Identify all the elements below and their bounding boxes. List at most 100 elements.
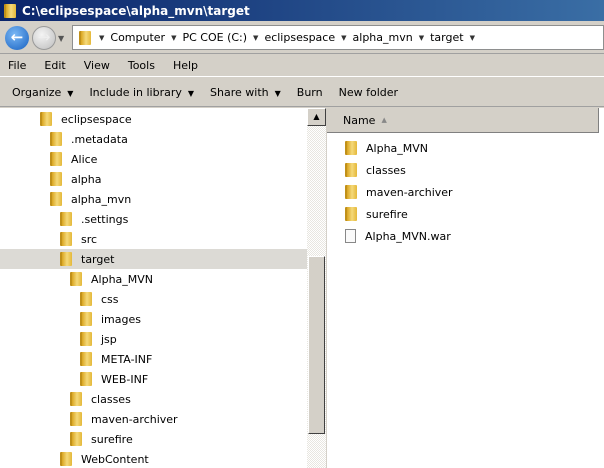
name-column-header[interactable]: Name ▲ (327, 108, 599, 133)
tree-item[interactable]: alpha_mvn (0, 189, 307, 209)
folder-icon (70, 272, 82, 286)
folder-icon (50, 152, 62, 166)
command-label: Burn (296, 86, 323, 99)
chevron-down-icon: ▼ (67, 89, 74, 98)
tree-item[interactable]: target (0, 249, 307, 269)
folder-icon (50, 132, 62, 146)
folder-icon (50, 192, 62, 206)
list-item[interactable]: maven-archiver (345, 182, 453, 202)
tree-item[interactable]: src (0, 229, 307, 249)
list-item-label: Alpha_MVN.war (365, 229, 451, 243)
list-item[interactable]: surefire (345, 204, 408, 224)
breadcrumb-arrow-icon[interactable]: ▼ (470, 34, 475, 42)
tree-item[interactable]: jsp (0, 329, 307, 349)
menu-item[interactable]: Edit (44, 59, 65, 72)
tree-item[interactable]: css (0, 289, 307, 309)
menu-bar: File Edit View Tools Help (0, 55, 604, 77)
tree-item-label: .settings (81, 212, 129, 226)
tree-item-label: META-INF (101, 352, 153, 366)
breadcrumb-arrow-icon[interactable]: ▼ (341, 34, 346, 42)
tree-item[interactable]: Alpha_MVN (0, 269, 307, 289)
list-item-label: classes (366, 163, 406, 177)
command-button[interactable]: Organize ▼ (12, 86, 73, 99)
folder-icon (60, 452, 72, 466)
breadcrumb-arrow-icon[interactable]: ▼ (99, 34, 104, 42)
tree-item[interactable]: maven-archiver (0, 409, 307, 429)
tree-item-label: .metadata (71, 132, 128, 146)
file-icon (345, 229, 356, 243)
command-button[interactable]: Include in library ▼ (89, 86, 194, 99)
menu-item[interactable]: File (8, 59, 26, 72)
folder-icon (80, 312, 92, 326)
breadcrumb-item[interactable]: target (430, 31, 463, 44)
command-label: Include in library (89, 86, 182, 99)
command-label: New folder (338, 86, 399, 99)
menu-item[interactable]: Tools (128, 59, 155, 72)
tree-item[interactable]: WebContent (0, 449, 307, 468)
file-list: Name ▲ Alpha_MVNclasses maven-archiver sure… (327, 108, 604, 468)
tree-item-label: classes (91, 392, 131, 406)
forward-button[interactable]: → (32, 26, 56, 50)
tree-item-label: WebContent (81, 452, 149, 466)
command-button[interactable]: Burn (297, 86, 323, 99)
folder-icon (80, 332, 92, 346)
folder-icon (80, 352, 92, 366)
breadcrumb-arrow-icon[interactable]: ▼ (419, 34, 424, 42)
tree-item-label: eclipsespace (61, 112, 132, 126)
folder-icon (60, 212, 72, 226)
breadcrumb-arrow-icon[interactable]: ▼ (253, 34, 258, 42)
folder-icon (345, 141, 357, 155)
menu-item[interactable]: Help (173, 59, 198, 72)
list-item[interactable]: Alpha_MVN (345, 138, 428, 158)
breadcrumb-item[interactable]: eclipsespace (264, 31, 335, 44)
breadcrumb-arrow-icon[interactable]: ▼ (171, 34, 176, 42)
back-button[interactable]: ← (5, 26, 29, 50)
recent-pages-dropdown[interactable]: ▼ (58, 34, 64, 43)
folder-icon (80, 372, 92, 386)
tree-item-label: css (101, 292, 119, 306)
folder-icon (80, 292, 92, 306)
list-item[interactable]: classes (345, 160, 406, 180)
tree-item[interactable]: Alice (0, 149, 307, 169)
tree-item-label: alpha_mvn (71, 192, 132, 206)
command-label: Organize (12, 86, 62, 99)
tree-item-label: jsp (101, 332, 117, 346)
tree-item[interactable]: eclipsespace (0, 109, 307, 129)
folder-icon (345, 163, 357, 177)
scroll-up-button[interactable]: ▲ (307, 108, 326, 126)
breadcrumb-item[interactable]: alpha_mvn (353, 31, 413, 44)
tree-item-label: src (81, 232, 98, 246)
scrollbar-thumb[interactable] (308, 256, 325, 434)
folder-icon (70, 392, 82, 406)
breadcrumb-item[interactable]: PC COE (C:) (182, 31, 247, 44)
tree-item-label: alpha (71, 172, 102, 186)
breadcrumb-item[interactable]: Computer (110, 31, 165, 44)
chevron-down-icon: ▼ (274, 89, 281, 98)
menu-item[interactable]: View (84, 59, 110, 72)
list-item[interactable]: Alpha_MVN.war (345, 226, 451, 246)
tree-item[interactable]: META-INF (0, 349, 307, 369)
address-bar[interactable]: ▼ Computer ▼ PC COE (C:) ▼ eclipsespace ▼ alpha… (72, 25, 604, 50)
tree-item-label: maven-archiver (91, 412, 178, 426)
navigation-tree: eclipsespace .metadata Alice alpha alpha_mvn… (0, 108, 307, 468)
command-bar: Organize ▼ Include in library ▼ Share with ▼ B… (0, 79, 604, 107)
tree-item[interactable]: classes (0, 389, 307, 409)
command-button[interactable]: New folder (339, 86, 398, 99)
tree-item[interactable]: .metadata (0, 129, 307, 149)
tree-item-label: WEB-INF (101, 372, 149, 386)
command-label: Share with (210, 86, 269, 99)
folder-icon (60, 252, 72, 266)
tree-item[interactable]: alpha (0, 169, 307, 189)
title-bar: C:\eclipsespace\alpha_mvn\target (0, 0, 604, 21)
command-button[interactable]: Share with ▼ (210, 86, 281, 99)
tree-item[interactable]: .settings (0, 209, 307, 229)
tree-item[interactable]: surefire (0, 429, 307, 449)
tree-scrollbar[interactable]: ▲ (307, 108, 326, 468)
tree-item[interactable]: images (0, 309, 307, 329)
list-item-label: surefire (366, 207, 408, 221)
folder-icon (345, 185, 357, 199)
tree-item[interactable]: WEB-INF (0, 369, 307, 389)
list-item-label: Alpha_MVN (366, 141, 429, 155)
folder-icon (4, 3, 16, 18)
navigation-bar: ← → ▼ ▼ Computer ▼ PC COE (C:) ▼ eclipsespace… (0, 21, 604, 54)
